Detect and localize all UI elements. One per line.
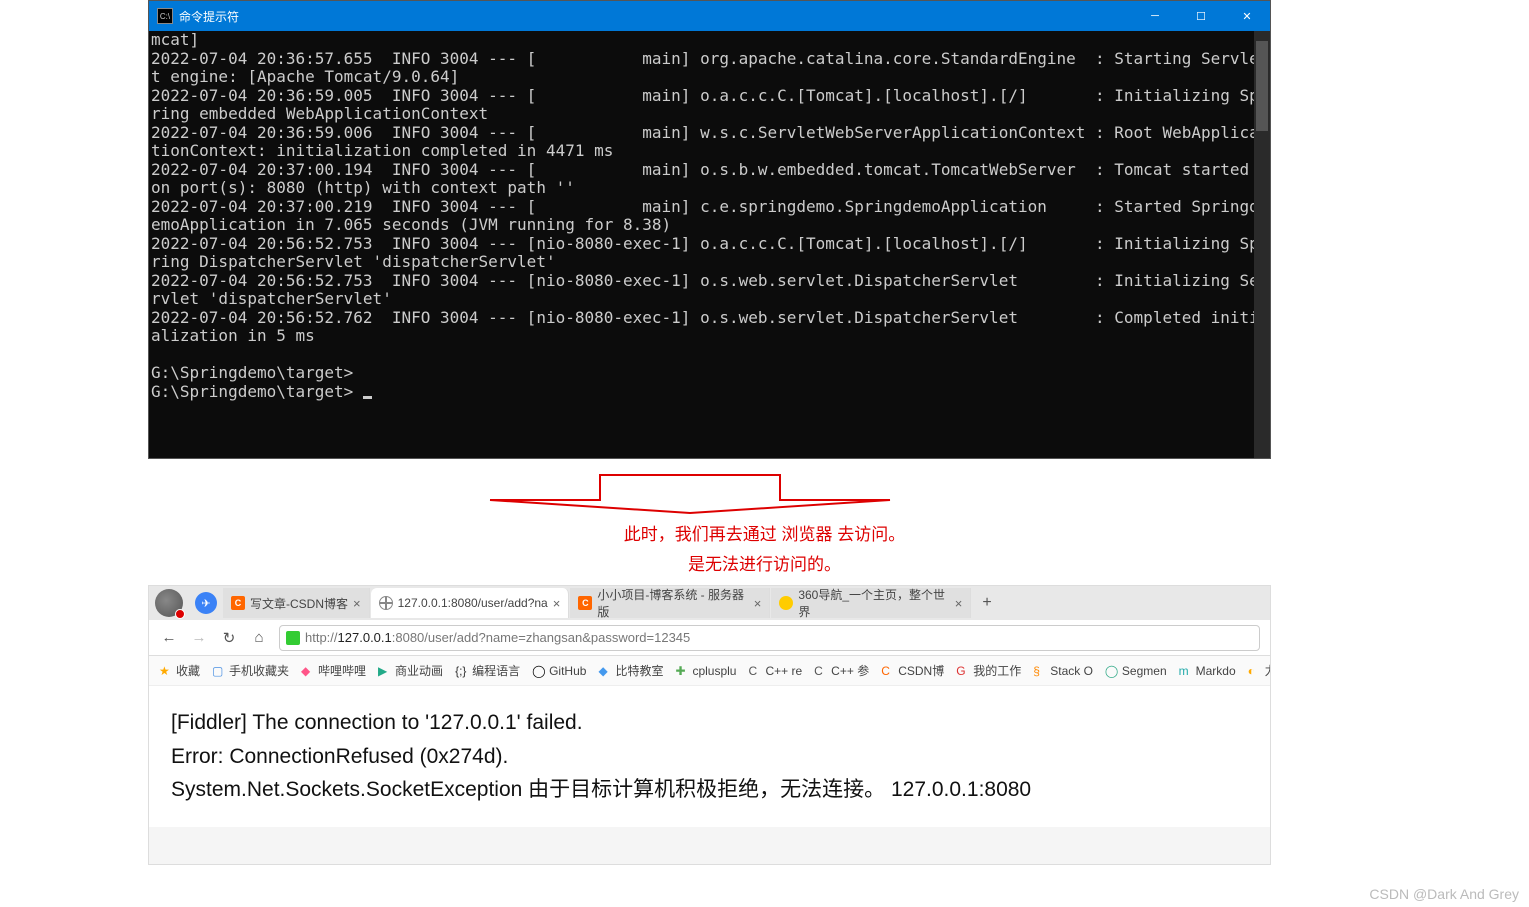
cmd-title: 命令提示符	[179, 8, 1132, 25]
bookmark-label: 编程语言	[472, 662, 520, 679]
bookmark-item[interactable]: ▢手机收藏夹	[212, 662, 289, 679]
minimize-button[interactable]: ─	[1132, 1, 1178, 31]
shield-icon	[286, 631, 300, 645]
bookmark-label: 哔哩哔哩	[318, 662, 366, 679]
cmd-cursor	[363, 396, 372, 399]
bookmark-item[interactable]: ◯GitHub	[532, 664, 586, 678]
bookmark-icon: ▢	[212, 664, 226, 678]
tab-label: 360导航_一个主页，整个世界	[798, 586, 949, 620]
bookmark-icon: ◯	[532, 664, 546, 678]
home-button[interactable]: ⌂	[249, 628, 269, 648]
avatar-badge	[175, 609, 185, 619]
tab-360nav[interactable]: 360导航_一个主页，整个世界 ×	[771, 588, 971, 618]
bookmark-icon: C	[814, 664, 828, 678]
cmd-scroll-thumb[interactable]	[1256, 41, 1268, 131]
csdn-favicon: C	[578, 596, 592, 610]
bookmark-item[interactable]: CCSDN博	[881, 662, 944, 679]
bookmark-item[interactable]: {;}编程语言	[455, 662, 520, 679]
bookmark-item[interactable]: ★收藏	[159, 662, 200, 679]
bookmark-item[interactable]: ◆哔哩哔哩	[301, 662, 366, 679]
bookmark-icon: ✚	[675, 664, 689, 678]
bookmark-label: 比特教室	[615, 662, 663, 679]
tab-csdn-write[interactable]: C 写文章-CSDN博客 ×	[223, 588, 370, 618]
message-icon[interactable]: ✈	[195, 592, 217, 614]
bookmark-label: GitHub	[549, 664, 586, 678]
error-line-1: [Fiddler] The connection to '127.0.0.1' …	[171, 706, 1248, 740]
error-line-3: System.Net.Sockets.SocketException 由于目标计…	[171, 773, 1248, 807]
address-bar[interactable]: http://127.0.0.1:8080/user/add?name=zhan…	[279, 625, 1260, 651]
profile-avatar[interactable]	[155, 589, 183, 617]
reload-button[interactable]: ↻	[219, 628, 239, 648]
bookmarks-bar: ★收藏▢手机收藏夹◆哔哩哔哩▶商业动画{;}编程语言◯GitHub◆比特教室✚c…	[149, 656, 1270, 686]
page-body: [Fiddler] The connection to '127.0.0.1' …	[149, 686, 1270, 827]
forward-button[interactable]: →	[189, 628, 209, 648]
cmd-output[interactable]: mcat] 2022-07-04 20:36:57.655 INFO 3004 …	[149, 31, 1270, 458]
browser-window: ✈ C 写文章-CSDN博客 × 127.0.0.1:8080/user/add…	[148, 585, 1271, 865]
command-prompt-window: C:\ 命令提示符 ─ ☐ ✕ mcat] 2022-07-04 20:36:5…	[148, 0, 1271, 459]
bookmark-label: 手机收藏夹	[229, 662, 289, 679]
browser-tabstrip: ✈ C 写文章-CSDN博客 × 127.0.0.1:8080/user/add…	[149, 586, 1270, 620]
tab-blog-project[interactable]: C 小小项目-博客系统 - 服务器版 ×	[570, 588, 770, 618]
bookmark-item[interactable]: ✚cplusplu	[675, 664, 736, 678]
cmd-scrollbar[interactable]	[1254, 31, 1270, 458]
bookmark-icon: ◆	[598, 664, 612, 678]
bookmark-item[interactable]: CC++ 参	[814, 662, 869, 679]
watermark-text: CSDN @Dark And Grey	[1369, 886, 1519, 902]
bookmark-item[interactable]: §Stack O	[1033, 664, 1093, 678]
bookmark-icon: C	[748, 664, 762, 678]
bookmark-icon: m	[1179, 664, 1193, 678]
bookmark-item[interactable]: ◆比特教室	[598, 662, 663, 679]
tab-label: 127.0.0.1:8080/user/add?na	[398, 596, 548, 610]
tab-close-icon[interactable]: ×	[353, 596, 361, 611]
bookmark-label: 力扣 (	[1265, 662, 1270, 679]
bookmark-icon: ◆	[301, 664, 315, 678]
maximize-button[interactable]: ☐	[1178, 1, 1224, 31]
bookmark-item[interactable]: G我的工作	[956, 662, 1021, 679]
bookmark-item[interactable]: ▶商业动画	[378, 662, 443, 679]
bookmark-icon: ▶	[378, 664, 392, 678]
browser-toolbar: ← → ↻ ⌂ http://127.0.0.1:8080/user/add?n…	[149, 620, 1270, 656]
bookmark-item[interactable]: CC++ re	[748, 664, 802, 678]
bookmark-label: cplusplu	[692, 664, 736, 678]
cmd-titlebar[interactable]: C:\ 命令提示符 ─ ☐ ✕	[149, 1, 1270, 31]
back-button[interactable]: ←	[159, 628, 179, 648]
bookmark-item[interactable]: ◯Segmen	[1105, 664, 1167, 678]
tab-label: 小小项目-博客系统 - 服务器版	[597, 586, 748, 620]
tab-close-icon[interactable]: ×	[553, 596, 561, 611]
url-text: http://127.0.0.1:8080/user/add?name=zhan…	[305, 630, 690, 645]
bookmark-label: C++ re	[765, 664, 802, 678]
cmd-icon: C:\	[157, 8, 173, 24]
error-line-2: Error: ConnectionRefused (0x274d).	[171, 740, 1248, 774]
bookmark-icon: ★	[159, 664, 173, 678]
bookmark-label: 商业动画	[395, 662, 443, 679]
bookmark-icon: §	[1033, 664, 1047, 678]
bookmark-item[interactable]: mMarkdo	[1179, 664, 1236, 678]
bookmark-label: Markdo	[1196, 664, 1236, 678]
tab-localhost[interactable]: 127.0.0.1:8080/user/add?na ×	[371, 588, 570, 618]
bookmark-icon: C	[881, 664, 895, 678]
bookmark-label: C++ 参	[831, 662, 869, 679]
bookmark-label: Stack O	[1050, 664, 1093, 678]
bookmark-icon: ◐	[1248, 664, 1262, 678]
tab-close-icon[interactable]: ×	[754, 596, 762, 611]
globe-favicon	[379, 596, 393, 610]
bookmark-item[interactable]: ◐力扣 (	[1248, 662, 1270, 679]
annotation-text-2: 是无法进行访问的。	[0, 550, 1529, 575]
csdn-favicon: C	[231, 596, 245, 610]
annotation-text-1: 此时，我们再去通过 浏览器 去访问。	[0, 520, 1529, 545]
bookmark-label: Segmen	[1122, 664, 1167, 678]
360-favicon	[779, 596, 793, 610]
new-tab-button[interactable]: +	[972, 594, 1001, 612]
bookmark-label: 收藏	[176, 662, 200, 679]
cmd-log-text: mcat] 2022-07-04 20:36:57.655 INFO 3004 …	[151, 31, 1259, 401]
close-button[interactable]: ✕	[1224, 1, 1270, 31]
bookmark-icon: {;}	[455, 664, 469, 678]
bookmark-label: 我的工作	[973, 662, 1021, 679]
bookmark-icon: G	[956, 664, 970, 678]
tab-close-icon[interactable]: ×	[955, 596, 963, 611]
tab-label: 写文章-CSDN博客	[250, 595, 348, 612]
bookmark-label: CSDN博	[898, 662, 944, 679]
bookmark-icon: ◯	[1105, 664, 1119, 678]
